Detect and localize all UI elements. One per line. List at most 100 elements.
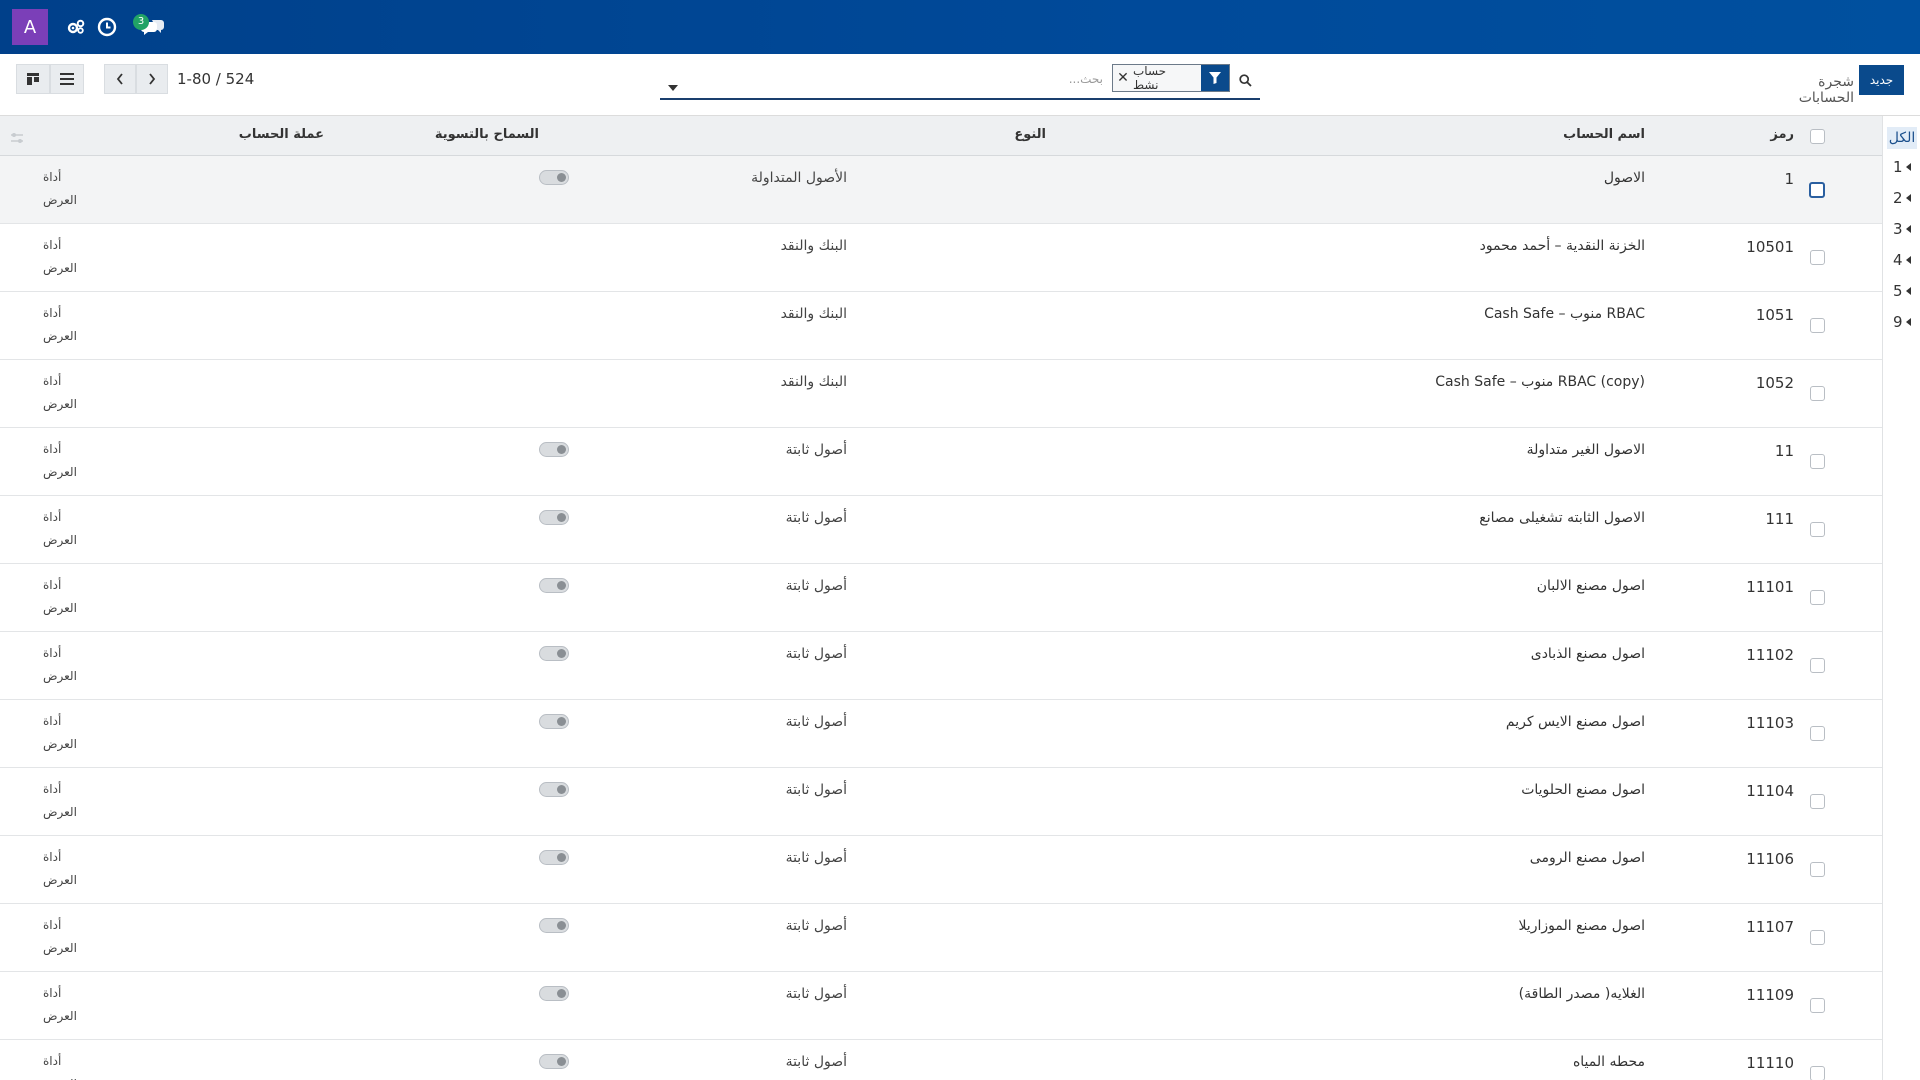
caret-left-icon: [1905, 163, 1911, 171]
table-row[interactable]: 11107 اصول مصنع الموزاريلا أصول ثابتة أداة ا…: [0, 904, 1882, 972]
currency-line-2[interactable]: العرض: [43, 1009, 77, 1023]
table-row[interactable]: 111 الاصول الثابته تشغيلى مصانع أصول ثابتة…: [0, 496, 1882, 564]
level-button[interactable]: 9: [1893, 313, 1911, 331]
avatar-letter: A: [23, 16, 37, 38]
row-checkbox[interactable]: [1810, 386, 1825, 401]
search-facet: ✕ حساب نشط: [1112, 64, 1230, 92]
optional-columns-toggle[interactable]: [10, 129, 24, 148]
account-code: 1052: [1755, 374, 1794, 392]
row-checkbox[interactable]: [1810, 454, 1825, 469]
pager-next-button[interactable]: [136, 64, 168, 94]
account-code: 11: [1774, 442, 1794, 460]
currency-line-2[interactable]: العرض: [43, 193, 77, 207]
list-view-button[interactable]: [50, 64, 84, 94]
pager-value[interactable]: 1-80 / 524: [177, 70, 254, 88]
table-row[interactable]: 1052 Cash Safe – منوب RBAC (copy) البنك وا…: [0, 360, 1882, 428]
column-header-reconcile[interactable]: السماح بالتسوية: [435, 127, 539, 142]
currency-line-2[interactable]: العرض: [43, 805, 77, 819]
level-button[interactable]: 3: [1893, 220, 1911, 238]
reconcile-toggle[interactable]: [539, 510, 569, 525]
currency-line-2[interactable]: العرض: [43, 873, 77, 887]
reconcile-toggle[interactable]: [539, 782, 569, 797]
column-header-currency[interactable]: عملة الحساب: [239, 127, 324, 142]
kanban-view-button[interactable]: [16, 64, 50, 94]
account-name: الاصول الثابته تشغيلى مصانع: [1479, 510, 1645, 526]
table-row[interactable]: 11110محطه المياهأصول ثابتةأداةالعرض: [0, 1040, 1882, 1080]
settings-gears-icon[interactable]: [63, 14, 89, 40]
level-button[interactable]: 5: [1893, 282, 1911, 300]
table-row[interactable]: 11 الاصول الغير متداولة أصول ثابتة أداة العر…: [0, 428, 1882, 496]
reconcile-toggle[interactable]: [539, 918, 569, 933]
search-button[interactable]: [1230, 64, 1260, 96]
table-row[interactable]: 11103 اصول مصنع الايس كريم أصول ثابتة أداة ا…: [0, 700, 1882, 768]
select-all-checkbox[interactable]: [1810, 129, 1825, 144]
table-row[interactable]: 11109 الغلايه( مصدر الطاقة) أصول ثابتة أداة…: [0, 972, 1882, 1040]
table-row[interactable]: 11104 اصول مصنع الحلويات أصول ثابتة أداة الع…: [0, 768, 1882, 836]
level-button[interactable]: 2: [1893, 189, 1911, 207]
search-options-toggle[interactable]: [668, 76, 678, 95]
account-code: 11110: [1746, 1054, 1794, 1072]
currency-line-1: أداة: [43, 238, 62, 252]
account-type: البنك والنقد: [780, 374, 847, 390]
account-name: اصول مصنع الرومى: [1529, 850, 1645, 866]
currency-line-2[interactable]: العرض: [43, 261, 77, 275]
currency-line-2[interactable]: العرض: [43, 669, 77, 683]
reconcile-toggle[interactable]: [539, 986, 569, 1001]
row-checkbox[interactable]: [1810, 1066, 1825, 1080]
level-button[interactable]: 4: [1893, 251, 1911, 269]
column-header-type[interactable]: النوع: [1014, 127, 1046, 142]
currency-line-2[interactable]: العرض: [43, 533, 77, 547]
reconcile-toggle[interactable]: [539, 442, 569, 457]
new-button[interactable]: جديد: [1859, 65, 1904, 95]
row-checkbox[interactable]: [1810, 794, 1825, 809]
pager-previous-button[interactable]: [104, 64, 136, 94]
table-row[interactable]: 10501 الخزنة النقدية – أحمد محمود البنك وا…: [0, 224, 1882, 292]
search-input[interactable]: [695, 68, 1105, 90]
row-checkbox[interactable]: [1810, 590, 1825, 605]
reconcile-toggle[interactable]: [539, 578, 569, 593]
currency-line-2[interactable]: العرض: [43, 601, 77, 615]
row-checkbox[interactable]: [1810, 250, 1825, 265]
row-checkbox[interactable]: [1810, 862, 1825, 877]
facet-remove-button[interactable]: ✕: [1113, 65, 1133, 91]
reconcile-toggle[interactable]: [539, 850, 569, 865]
reconcile-toggle[interactable]: [539, 170, 569, 185]
row-checkbox[interactable]: [1810, 522, 1825, 537]
level-button[interactable]: 1: [1893, 158, 1911, 176]
account-name: اصول مصنع الموزاريلا: [1518, 918, 1645, 934]
account-name: الغلايه( مصدر الطاقة): [1518, 986, 1645, 1002]
account-code: 1051: [1755, 306, 1794, 324]
search-icon: [1238, 73, 1252, 87]
column-header-code[interactable]: رمز: [1770, 127, 1794, 142]
row-checkbox[interactable]: [1809, 182, 1825, 198]
reconcile-toggle[interactable]: [539, 1054, 569, 1069]
table-row[interactable]: 1051 Cash Safe – منوب RBAC البنك والنقد أدا…: [0, 292, 1882, 360]
reconcile-toggle[interactable]: [539, 714, 569, 729]
row-checkbox[interactable]: [1810, 930, 1825, 945]
column-header-name[interactable]: اسم الحساب: [1563, 127, 1645, 142]
table-row[interactable]: 11101 اصول مصنع الالبان أصول ثابتة أداة العر…: [0, 564, 1882, 632]
currency-line-1: أداة: [43, 918, 62, 932]
currency-line-2[interactable]: العرض: [43, 465, 77, 479]
currency-line-1: أداة: [43, 714, 62, 728]
row-checkbox[interactable]: [1810, 726, 1825, 741]
row-checkbox[interactable]: [1810, 998, 1825, 1013]
user-avatar[interactable]: A: [12, 9, 48, 45]
table-row[interactable]: 11102 اصول مصنع الذبادى أصول ثابتة أداة العر…: [0, 632, 1882, 700]
caret-left-icon: [1905, 287, 1911, 295]
row-checkbox[interactable]: [1810, 658, 1825, 673]
account-code: 11109: [1746, 986, 1794, 1004]
table-row[interactable]: 1 الاصول الأصول المتداولة أداة العرض: [0, 156, 1882, 224]
reconcile-toggle[interactable]: [539, 646, 569, 661]
level-all-button[interactable]: الكل: [1887, 127, 1917, 149]
account-code: 11106: [1746, 850, 1794, 868]
currency-line-1: أداة: [43, 374, 62, 388]
currency-line-2[interactable]: العرض: [43, 329, 77, 343]
row-checkbox[interactable]: [1810, 318, 1825, 333]
activity-clock-icon[interactable]: [94, 14, 120, 40]
currency-line-2[interactable]: العرض: [43, 737, 77, 751]
currency-line-2[interactable]: العرض: [43, 397, 77, 411]
account-code: 11103: [1746, 714, 1794, 732]
table-row[interactable]: 11106 اصول مصنع الرومى أصول ثابتة أداة العرض: [0, 836, 1882, 904]
currency-line-2[interactable]: العرض: [43, 941, 77, 955]
